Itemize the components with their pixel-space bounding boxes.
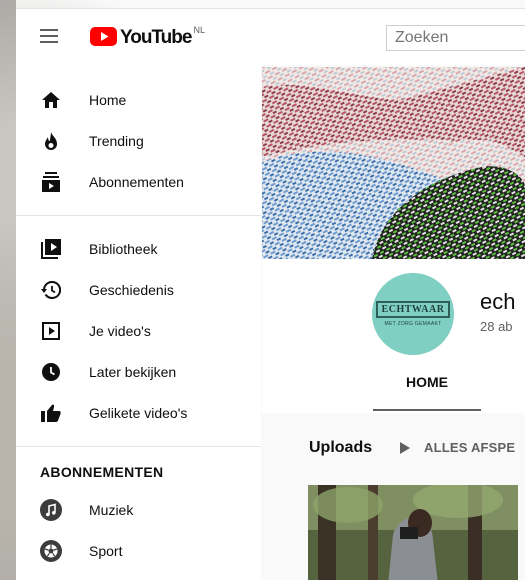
sidebar-item-label: Muziek xyxy=(89,502,134,518)
sidebar-divider xyxy=(16,215,261,216)
library-icon xyxy=(40,239,62,259)
sidebar-item-liked-videos[interactable]: Gelikete video's xyxy=(16,395,261,431)
avatar-tagline: MET ZORG GEMAAKT xyxy=(384,321,442,327)
search-input[interactable] xyxy=(386,25,525,51)
sidebar-item-label: Trending xyxy=(89,133,144,149)
youtube-logo[interactable]: YouTube NL xyxy=(90,25,205,49)
sidebar-item-music[interactable]: Muziek xyxy=(16,492,261,528)
play-icon xyxy=(400,441,410,454)
youtube-play-icon xyxy=(90,27,117,46)
sidebar-item-label: Je video's xyxy=(89,323,151,339)
sidebar-divider xyxy=(16,446,261,447)
thumbs-up-icon xyxy=(40,403,62,423)
sidebar-item-history[interactable]: Geschiedenis xyxy=(16,272,261,308)
play-all-label: ALLES AFSPE xyxy=(424,440,516,455)
sidebar-item-label: Home xyxy=(89,92,127,108)
sidebar-item-label: Gelikete video's xyxy=(89,405,188,421)
music-icon xyxy=(40,499,62,521)
sidebar-item-trending[interactable]: Trending xyxy=(16,123,261,159)
masthead: YouTube NL xyxy=(16,8,525,65)
sidebar-item-label: Later bekijken xyxy=(89,364,177,380)
your-videos-icon xyxy=(40,321,62,341)
sport-icon xyxy=(40,540,62,562)
sidebar-item-label: Bibliotheek xyxy=(89,241,158,257)
clock-icon xyxy=(40,362,62,382)
sidebar-item-sport[interactable]: Sport xyxy=(16,533,261,569)
logo-wordmark: YouTube xyxy=(120,27,192,48)
sidebar-item-library[interactable]: Bibliotheek xyxy=(16,231,261,267)
forest-photographer-image xyxy=(308,485,518,580)
video-thumbnail[interactable] xyxy=(308,485,518,580)
flame-icon xyxy=(40,131,62,151)
guide-sidebar: Home Trending Abonnementen Bibliotheek G… xyxy=(16,65,261,580)
sidebar-item-subscriptions[interactable]: Abonnementen xyxy=(16,164,261,200)
woven-fabric-image xyxy=(262,67,525,259)
menu-icon[interactable] xyxy=(40,29,58,43)
channel-banner xyxy=(262,67,525,259)
sidebar-item-label: Abonnementen xyxy=(89,174,184,190)
uploads-section-title[interactable]: Uploads xyxy=(309,439,372,457)
channel-name: ech xyxy=(480,289,516,314)
sidebar-item-home[interactable]: Home xyxy=(16,82,261,118)
tab-selected-indicator xyxy=(373,409,481,411)
country-code: NL xyxy=(193,25,205,35)
subscriptions-section-title: ABONNEMENTEN xyxy=(40,464,164,480)
sidebar-item-label: Sport xyxy=(89,543,123,559)
subscriptions-icon xyxy=(40,172,62,192)
channel-avatar[interactable]: ECHTWAAR MET ZORG GEMAAKT xyxy=(372,273,454,355)
play-all-button[interactable]: ALLES AFSPE xyxy=(400,440,515,455)
avatar-logo-text: ECHTWAAR xyxy=(375,301,451,318)
sidebar-item-your-videos[interactable]: Je video's xyxy=(16,313,261,349)
history-icon xyxy=(40,280,62,300)
channel-page: ECHTWAAR MET ZORG GEMAAKT ech 28 ab HOME… xyxy=(262,65,525,580)
sidebar-item-label: Geschiedenis xyxy=(89,282,174,298)
tab-home[interactable]: HOME xyxy=(373,371,481,407)
subscriber-count: 28 ab xyxy=(480,319,513,334)
channel-header: ECHTWAAR MET ZORG GEMAAKT ech 28 ab HOME xyxy=(262,259,525,413)
home-icon xyxy=(40,90,62,110)
sidebar-item-watch-later[interactable]: Later bekijken xyxy=(16,354,261,390)
